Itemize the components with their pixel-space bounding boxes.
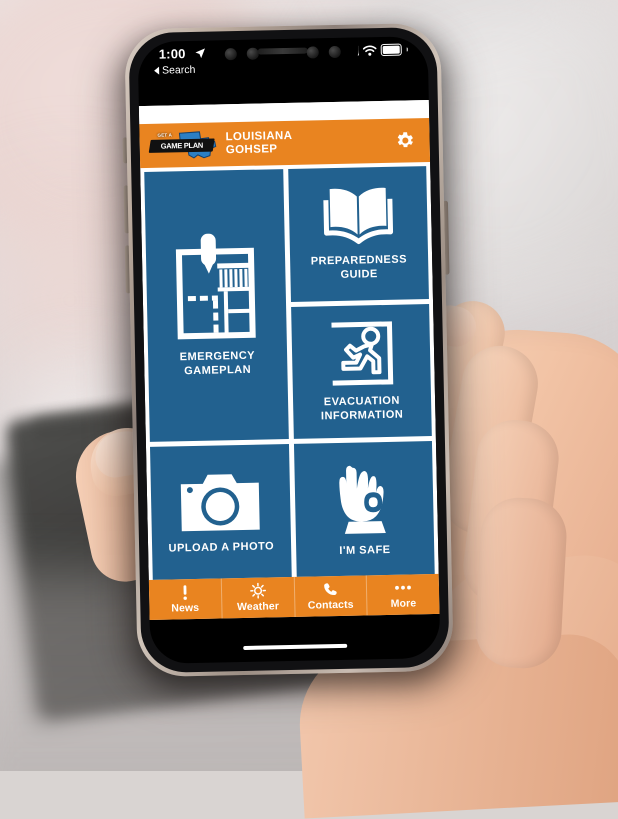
app-header-bar: GET A GAME PLAN LOUISIANA GOHSEP bbox=[139, 118, 430, 168]
get-a-game-plan-logo-icon[interactable]: GET A GAME PLAN bbox=[147, 129, 220, 161]
open-book-icon bbox=[320, 185, 395, 247]
tab-label: News bbox=[171, 601, 199, 614]
sun-icon bbox=[250, 583, 266, 598]
tile-evacuation-information[interactable]: EVACUATION INFORMATION bbox=[291, 304, 432, 440]
tile-emergency-gameplan[interactable]: EMERGENCY GAMEPLAN bbox=[144, 169, 288, 442]
tab-label: Weather bbox=[237, 600, 279, 613]
home-tile-grid: EMERGENCY GAMEPLAN PREPAR bbox=[140, 162, 439, 580]
earpiece-speaker bbox=[258, 48, 308, 55]
app-viewport: GET A GAME PLAN LOUISIANA GOHSEP bbox=[139, 100, 440, 620]
running-man-exit-icon bbox=[325, 320, 396, 387]
back-label: Search bbox=[162, 64, 196, 77]
phone-icon bbox=[323, 582, 338, 597]
tab-label: More bbox=[391, 597, 417, 610]
camera-icon bbox=[179, 469, 262, 533]
brand-line-1: LOUISIANA bbox=[225, 130, 292, 144]
battery-full-icon bbox=[380, 44, 401, 56]
tile-label: EMERGENCY GAMEPLAN bbox=[176, 349, 260, 379]
brand-line-2: GOHSEP bbox=[226, 143, 293, 157]
logo-wordmark: GAME PLAN bbox=[149, 139, 215, 153]
tab-news[interactable]: News bbox=[149, 578, 223, 620]
exclamation-icon bbox=[182, 585, 188, 600]
battery-tip bbox=[406, 47, 408, 51]
tab-label: Contacts bbox=[308, 598, 354, 611]
wifi-icon bbox=[362, 45, 376, 56]
tile-label: I'M SAFE bbox=[335, 542, 395, 557]
front-camera-icon bbox=[329, 46, 341, 58]
phone-screen: 1:00 Search bbox=[138, 36, 441, 664]
tile-label: EVACUATION INFORMATION bbox=[317, 394, 408, 424]
tab-weather[interactable]: Weather bbox=[222, 577, 296, 619]
phone-frame: 1:00 Search bbox=[124, 23, 454, 677]
phone-body: 1:00 Search bbox=[128, 27, 449, 673]
gear-icon[interactable] bbox=[393, 129, 415, 151]
smartphone: 1:00 Search bbox=[124, 23, 454, 677]
dot-projector-icon bbox=[307, 46, 319, 58]
logo-tagline: GET A bbox=[157, 132, 172, 137]
logo-wordmark-text: GAME PLAN bbox=[160, 141, 202, 151]
bottom-tab-bar: News bbox=[149, 574, 440, 620]
tile-upload-a-photo[interactable]: UPLOAD A PHOTO bbox=[150, 444, 291, 580]
home-indicator[interactable] bbox=[243, 644, 347, 650]
tile-im-safe[interactable]: I'M SAFE bbox=[293, 441, 434, 577]
back-to-search-button[interactable]: Search bbox=[154, 64, 196, 77]
sensor-icon bbox=[225, 48, 237, 60]
little-finger bbox=[474, 496, 569, 670]
tile-preparedness-guide[interactable]: PREPAREDNESS GUIDE bbox=[288, 166, 429, 302]
tab-more[interactable]: More bbox=[367, 574, 440, 615]
ok-hand-icon bbox=[331, 460, 397, 535]
tile-label: UPLOAD A PHOTO bbox=[164, 539, 278, 555]
tab-contacts[interactable]: Contacts bbox=[294, 575, 368, 617]
status-time: 1:00 bbox=[159, 46, 186, 62]
ellipsis-icon bbox=[394, 580, 412, 595]
notch bbox=[207, 37, 360, 70]
brand-title: LOUISIANA GOHSEP bbox=[225, 130, 292, 157]
tile-label: PREPAREDNESS GUIDE bbox=[307, 253, 412, 283]
back-triangle-icon bbox=[154, 67, 159, 75]
floorplan-blueprint-icon bbox=[173, 233, 259, 343]
